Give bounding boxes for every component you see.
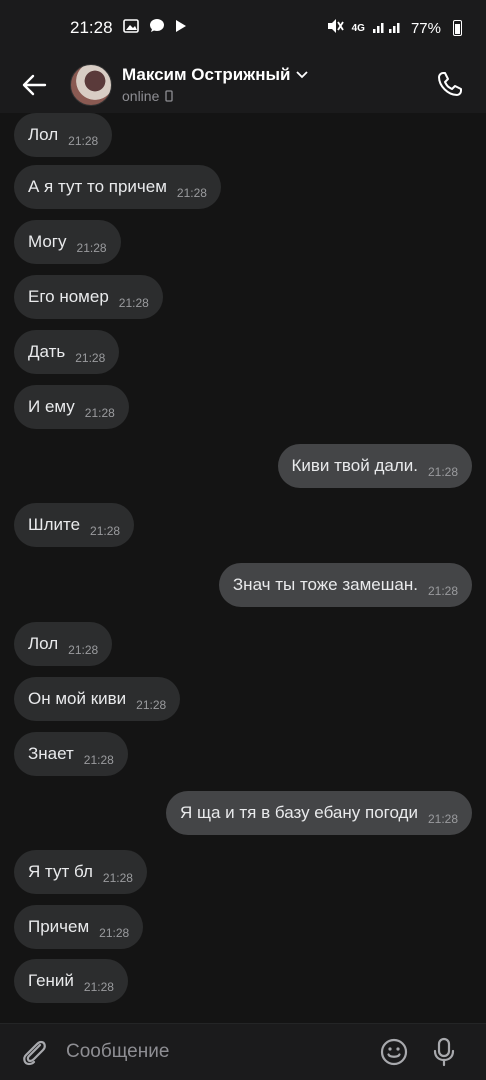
message-bubble-incoming[interactable]: Дать 21:28 bbox=[14, 330, 120, 374]
message-text: Гений bbox=[28, 971, 74, 990]
chat-header: Максим Острижный online bbox=[0, 56, 486, 113]
message-time: 21:28 bbox=[83, 753, 114, 767]
message-time: 21:28 bbox=[102, 871, 133, 885]
mute-icon bbox=[326, 18, 344, 38]
message-time: 21:28 bbox=[427, 465, 458, 479]
attach-button[interactable] bbox=[12, 1030, 56, 1074]
message-bubble-incoming[interactable]: Гений 21:28 bbox=[14, 959, 128, 1003]
message-time: 21:28 bbox=[90, 524, 121, 538]
message-bubble-incoming[interactable]: Я тут бл 21:28 bbox=[14, 850, 147, 894]
signal-icon bbox=[372, 19, 403, 37]
status-bar-left: 21:28 bbox=[70, 18, 187, 38]
paperclip-icon bbox=[23, 1040, 46, 1066]
message-text: Я ща и тя в базу ебану погоди bbox=[180, 803, 418, 822]
message-text: Киви твой дали. bbox=[291, 456, 418, 475]
arrow-left-icon bbox=[22, 74, 47, 95]
phone-device-icon bbox=[165, 90, 174, 102]
phone-icon bbox=[438, 72, 462, 96]
message-bubble-incoming[interactable]: А я тут то причем 21:28 bbox=[14, 165, 221, 209]
message-time: 21:28 bbox=[83, 980, 114, 994]
avatar[interactable] bbox=[70, 63, 112, 106]
message-bubble-outgoing[interactable]: Знач ты тоже замешан. 21:28 bbox=[218, 563, 472, 607]
status-bar-right: 4G 77% bbox=[326, 18, 462, 38]
contact-status-row: online bbox=[122, 88, 308, 104]
contact-name-row: Максим Острижный bbox=[122, 65, 309, 85]
chevron-down-icon bbox=[296, 71, 309, 79]
message-bubble-incoming[interactable]: И ему 21:28 bbox=[14, 385, 129, 429]
message-time: 21:28 bbox=[75, 351, 106, 365]
call-button[interactable] bbox=[432, 66, 468, 102]
message-time: 21:28 bbox=[68, 643, 99, 657]
microphone-button[interactable] bbox=[424, 1032, 464, 1072]
message-bubble-incoming[interactable]: Знает 21:28 bbox=[14, 732, 128, 776]
message-bubble-incoming[interactable]: Причем 21:28 bbox=[14, 905, 144, 949]
message-text: И ему bbox=[28, 397, 75, 416]
emoji-button[interactable] bbox=[374, 1032, 414, 1072]
message-time: 21:28 bbox=[68, 134, 99, 148]
smiley-icon bbox=[380, 1038, 408, 1066]
status-time: 21:28 bbox=[70, 18, 113, 37]
message-text: Он мой киви bbox=[28, 689, 127, 708]
battery-percent: 77% bbox=[410, 19, 441, 37]
contact-name: Максим Острижный bbox=[122, 65, 291, 84]
message-text: А я тут то причем bbox=[28, 177, 167, 196]
message-text: Его номер bbox=[28, 287, 109, 306]
message-text: Причем bbox=[28, 917, 90, 936]
message-time: 21:28 bbox=[136, 698, 167, 712]
message-bubble-incoming[interactable]: Он мой киви 21:28 bbox=[14, 677, 181, 721]
message-composer bbox=[0, 1023, 486, 1080]
message-time: 21:28 bbox=[427, 584, 458, 598]
battery-icon bbox=[453, 20, 462, 36]
message-bubble-incoming[interactable]: Могу 21:28 bbox=[14, 220, 121, 264]
microphone-icon bbox=[433, 1037, 455, 1067]
play-icon bbox=[175, 18, 187, 38]
message-time: 21:28 bbox=[84, 406, 115, 420]
gallery-icon bbox=[122, 18, 139, 38]
chat-bubble-icon bbox=[149, 18, 165, 38]
message-text: Дать bbox=[28, 342, 66, 361]
chat-screen: 21:28 4G 77% Максим Острижный online Лол… bbox=[0, 0, 486, 1080]
message-bubble-incoming[interactable]: Лол 21:28 bbox=[14, 113, 113, 157]
contact-info[interactable]: Максим Острижный online bbox=[122, 65, 309, 104]
message-time: 21:28 bbox=[99, 926, 130, 940]
message-text: Могу bbox=[28, 232, 67, 251]
message-text: Лол bbox=[28, 634, 59, 653]
message-list[interactable]: Лол 21:28 А я тут то причем 21:28 Могу 2… bbox=[0, 113, 486, 1023]
message-text: Знает bbox=[28, 744, 74, 763]
message-bubble-incoming[interactable]: Шлите 21:28 bbox=[14, 503, 135, 547]
message-time: 21:28 bbox=[118, 296, 149, 310]
message-time: 21:28 bbox=[76, 241, 107, 255]
message-bubble-incoming[interactable]: Лол 21:28 bbox=[14, 622, 113, 666]
message-text: Знач ты тоже замешан. bbox=[232, 575, 418, 594]
message-text: Я тут бл bbox=[28, 862, 93, 881]
message-input[interactable] bbox=[66, 1041, 366, 1063]
message-time: 21:28 bbox=[427, 812, 458, 826]
network-type: 4G bbox=[351, 22, 365, 34]
message-text: Лол bbox=[28, 125, 59, 144]
message-bubble-outgoing[interactable]: Я ща и тя в базу ебану погоди 21:28 bbox=[166, 791, 472, 835]
contact-status: online bbox=[122, 88, 160, 104]
message-text: Шлите bbox=[28, 515, 81, 534]
message-bubble-outgoing[interactable]: Киви твой дали. 21:28 bbox=[277, 444, 472, 488]
message-bubble-incoming[interactable]: Его номер 21:28 bbox=[14, 275, 163, 319]
back-button[interactable] bbox=[6, 61, 62, 109]
status-bar: 21:28 4G 77% bbox=[0, 0, 486, 56]
message-time: 21:28 bbox=[176, 186, 207, 200]
